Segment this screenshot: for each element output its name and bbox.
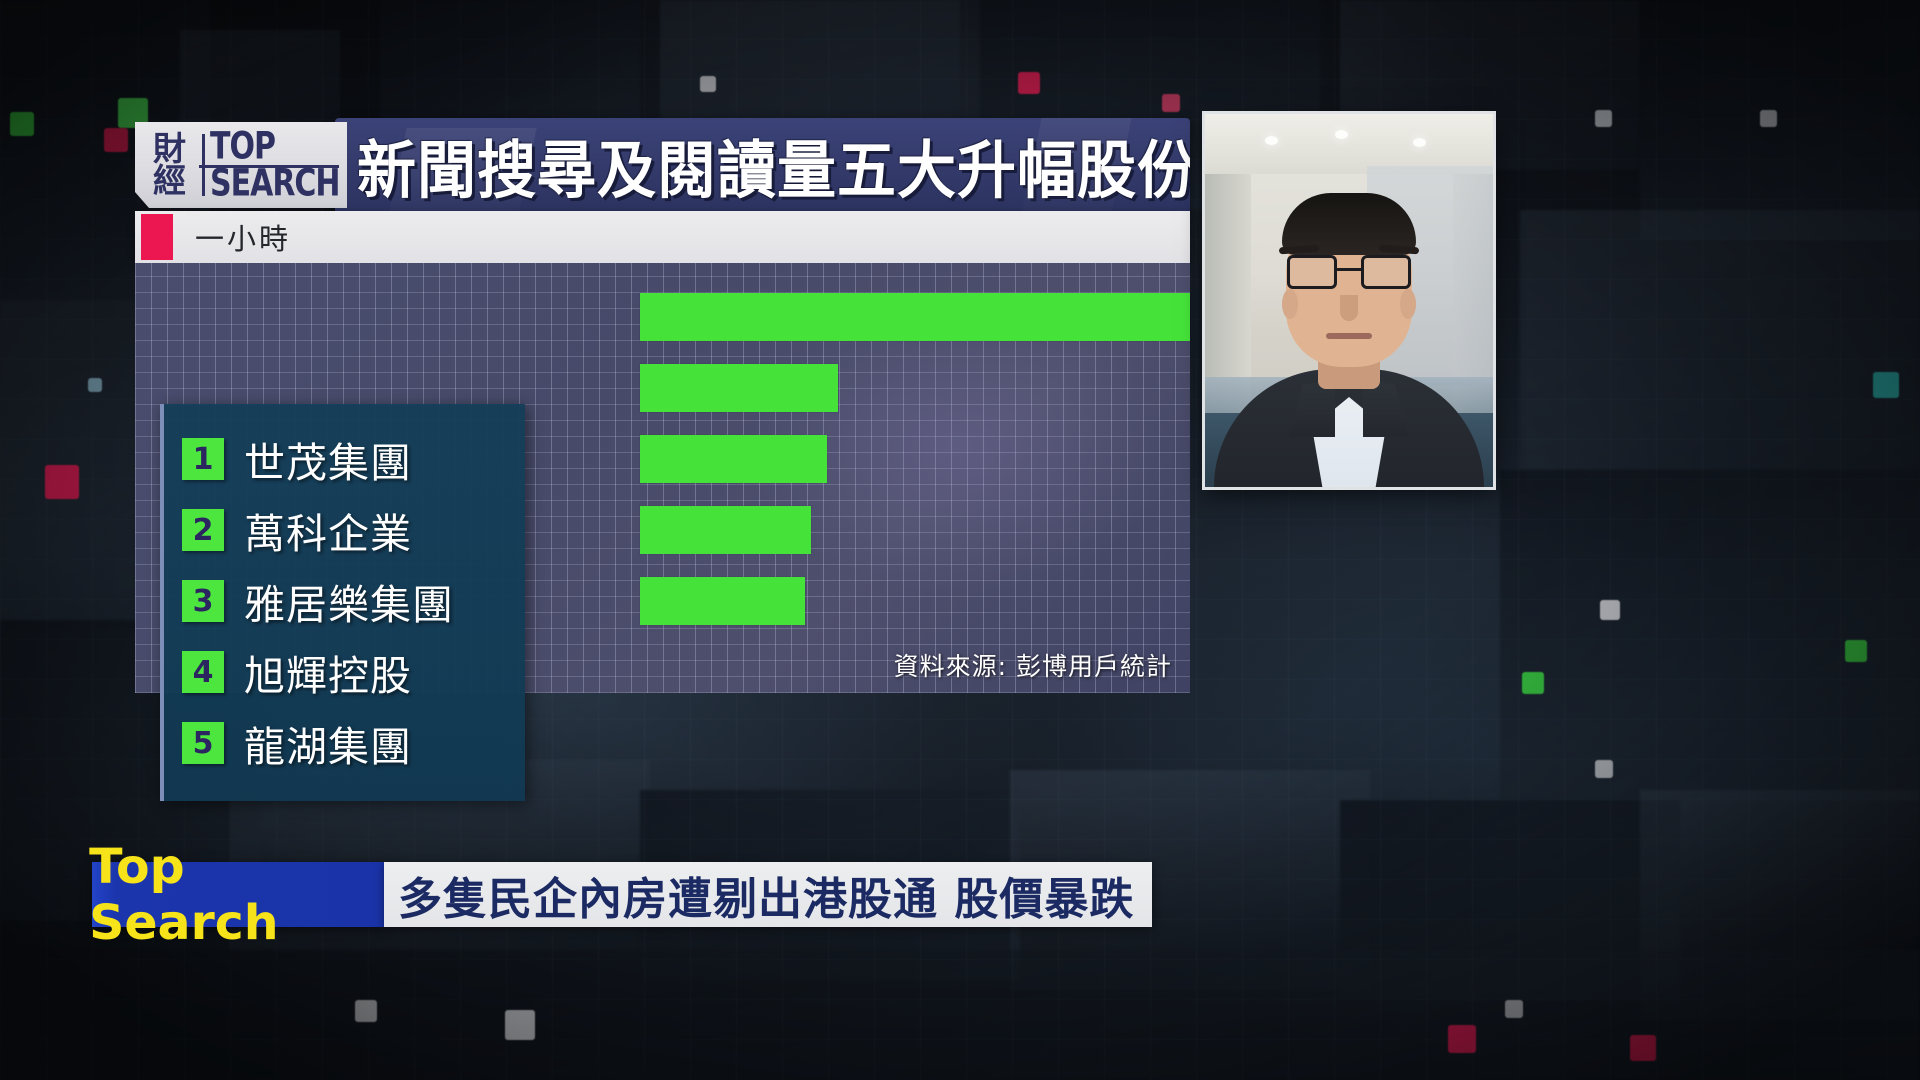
glasses-bridge (1337, 268, 1361, 271)
guest-nose (1340, 295, 1358, 321)
glasses-lens-left (1287, 255, 1337, 289)
logo-chinese: 財 經 (141, 133, 197, 198)
lower-third-ticker: Top Search 多隻民企內房遭剔出港股通 股價暴跌 (89, 839, 1152, 951)
list-item: 4 旭輝控股 (182, 645, 412, 700)
chart-bar (640, 577, 805, 625)
top-search-graphic-panel: 新聞搜尋及閱讀量五大升幅股份 財 經 TOP SEARCH 一小時 1 世茂集團… (135, 118, 1190, 801)
logo-english-top: TOP (210, 124, 275, 168)
list-item: 5 龍湖集團 (182, 716, 412, 771)
legend-bar: 一小時 (135, 211, 1190, 263)
stock-name: 龍湖集團 (244, 723, 412, 771)
guest-ear-left (1282, 289, 1298, 319)
ticker-headline-bar: 多隻民企內房遭剔出港股通 股價暴跌 (384, 862, 1152, 927)
guest-video-inset[interactable] (1205, 114, 1493, 487)
stock-name: 旭輝控股 (244, 652, 412, 700)
stock-name: 萬科企業 (244, 510, 412, 558)
graphic-title-bar: 新聞搜尋及閱讀量五大升幅股份 (335, 118, 1190, 211)
rank-badge: 5 (182, 722, 224, 764)
guest-ear-right (1400, 289, 1416, 319)
bar-chart: 1 世茂集團 2 萬科企業 3 雅居樂集團 4 旭輝控股 5 龍湖集團 資料來源: 彭博用戶統計 (135, 263, 1190, 801)
source-attribution: 資料來源: 彭博用戶統計 (893, 652, 1172, 681)
rank-badge: 4 (182, 651, 224, 693)
page-title: 新聞搜尋及閱讀量五大升幅股份 (357, 133, 1190, 207)
rank-badge: 3 (182, 580, 224, 622)
stock-list-panel: 1 世茂集團 2 萬科企業 3 雅居樂集團 4 旭輝控股 5 龍湖集團 (160, 404, 525, 801)
ceiling-light-icon (1265, 136, 1278, 145)
legend-label: 一小時 (195, 222, 292, 256)
chart-bar (640, 506, 811, 554)
broadcast-screen: 新聞搜尋及閱讀量五大升幅股份 財 經 TOP SEARCH 一小時 1 世茂集團… (0, 0, 1920, 1080)
chart-bar (640, 364, 838, 412)
video-ceiling (1205, 114, 1493, 174)
stock-name: 雅居樂集團 (244, 581, 454, 629)
ceiling-light-icon (1335, 130, 1348, 139)
guest-glasses (1287, 255, 1411, 291)
logo-english-bottom: SEARCH (210, 161, 340, 205)
list-item: 3 雅居樂集團 (182, 574, 454, 629)
chart-plot-area (640, 263, 1190, 693)
ticker-brand-badge: Top Search (89, 839, 384, 951)
stock-name: 世茂集團 (244, 439, 412, 487)
logo-chinese-bottom: 經 (153, 161, 185, 200)
guest-mouth (1326, 333, 1372, 339)
list-item: 1 世茂集團 (182, 432, 412, 487)
chart-bar (640, 293, 1190, 341)
chart-bar (640, 435, 827, 483)
ceiling-light-icon (1413, 138, 1426, 147)
rank-badge: 1 (182, 438, 224, 480)
top-search-logo: 財 經 TOP SEARCH (135, 122, 347, 208)
legend-color-swatch (141, 214, 173, 260)
logo-rule (199, 165, 339, 168)
ticker-brand-label: Top Search (89, 838, 279, 951)
glasses-lens-right (1361, 255, 1411, 289)
list-item: 2 萬科企業 (182, 503, 412, 558)
ticker-headline: 多隻民企內房遭剔出港股通 股價暴跌 (398, 873, 1135, 925)
rank-badge: 2 (182, 509, 224, 551)
